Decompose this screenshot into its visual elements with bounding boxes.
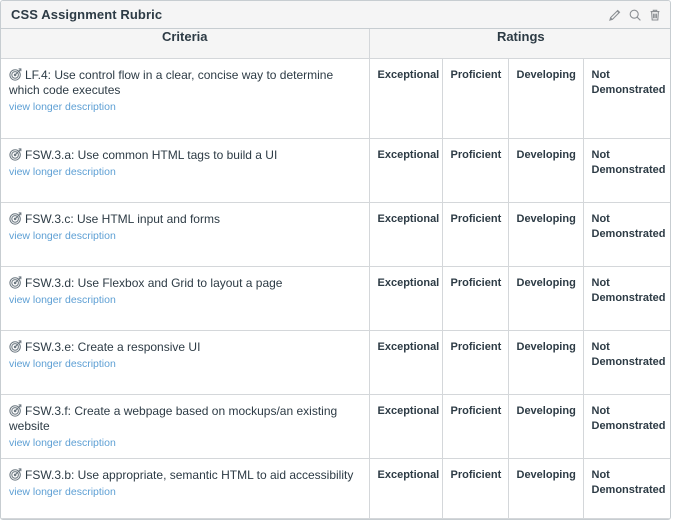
view-longer-description-link[interactable]: view longer description [9,294,116,307]
criterion-line: FSW.3.e: Create a responsive UI [9,340,359,355]
criteria-cell: FSW.3.d: Use Flexbox and Grid to layout … [1,266,370,331]
rating-cell[interactable]: Not Demonstrated [583,138,670,203]
rating-cell[interactable]: Developing [508,202,584,267]
criteria-cell: LF.4: Use control flow in a clear, conci… [1,58,370,139]
column-header-ratings: Ratings [369,29,670,59]
target-icon [9,67,22,81]
view-longer-description-link[interactable]: view longer description [9,166,116,179]
trash-icon[interactable] [647,7,662,23]
rating-cell[interactable]: Proficient [442,138,509,203]
view-longer-description-link[interactable]: view longer description [9,358,116,371]
rubric-table: Criteria Ratings LF.4: Use control flow … [1,29,670,519]
target-icon [9,211,22,225]
target-icon [9,147,22,161]
rating-cell[interactable]: Not Demonstrated [583,458,670,519]
rating-cell[interactable]: Proficient [442,458,509,519]
criterion-description: FSW.3.c: Use HTML input and forms [25,211,220,226]
criterion-line: FSW.3.c: Use HTML input and forms [9,212,359,227]
rating-cell[interactable]: Exceptional [369,202,443,267]
criterion-description: FSW.3.f: Create a webpage based on mocku… [9,403,338,433]
criteria-cell: FSW.3.c: Use HTML input and forms view lo… [1,202,370,267]
rating-cell[interactable]: Exceptional [369,330,443,395]
rating-cell[interactable]: Developing [508,330,584,395]
table-row: FSW.3.b: Use appropriate, semantic HTML … [1,458,670,519]
criteria-cell: FSW.3.b: Use appropriate, semantic HTML … [1,458,370,519]
criterion-line: FSW.3.a: Use common HTML tags to build a… [9,148,359,163]
criterion-line: LF.4: Use control flow in a clear, conci… [9,68,359,98]
table-row: FSW.3.f: Create a webpage based on mocku… [1,394,670,459]
rating-cell[interactable]: Not Demonstrated [583,266,670,331]
rating-cell[interactable]: Not Demonstrated [583,202,670,267]
criteria-cell: FSW.3.a: Use common HTML tags to build a… [1,138,370,203]
search-icon[interactable] [627,7,642,23]
criteria-cell: FSW.3.e: Create a responsive UI view long… [1,330,370,395]
pencil-icon[interactable] [607,7,622,23]
target-icon [9,467,22,481]
rating-cell[interactable]: Exceptional [369,58,443,139]
rating-cell[interactable]: Developing [508,458,584,519]
criterion-description: FSW.3.d: Use Flexbox and Grid to layout … [25,275,283,290]
view-longer-description-link[interactable]: view longer description [9,230,116,243]
view-longer-description-link[interactable]: view longer description [9,486,116,499]
table-row: FSW.3.e: Create a responsive UI view long… [1,330,670,395]
rating-cell[interactable]: Proficient [442,202,509,267]
criterion-description: LF.4: Use control flow in a clear, conci… [9,67,334,97]
rubric-titlebar: CSS Assignment Rubric [1,1,670,29]
table-row: FSW.3.d: Use Flexbox and Grid to layout … [1,266,670,331]
criterion-description: FSW.3.b: Use appropriate, semantic HTML … [25,467,354,482]
criterion-line: FSW.3.b: Use appropriate, semantic HTML … [9,468,359,483]
table-row: FSW.3.a: Use common HTML tags to build a… [1,138,670,203]
rating-cell[interactable]: Proficient [442,58,509,139]
rating-cell[interactable]: Developing [508,394,584,459]
target-icon [9,339,22,353]
target-icon [9,275,22,289]
criterion-description: FSW.3.a: Use common HTML tags to build a… [25,147,278,162]
rating-cell[interactable]: Developing [508,58,584,139]
rubric-title: CSS Assignment Rubric [11,7,163,22]
view-longer-description-link[interactable]: view longer description [9,437,116,450]
rating-cell[interactable]: Developing [508,266,584,331]
table-header-row: Criteria Ratings [1,29,670,59]
rating-cell[interactable]: Exceptional [369,458,443,519]
rating-cell[interactable]: Developing [508,138,584,203]
rating-cell[interactable]: Not Demonstrated [583,58,670,139]
rubric-table-head: Criteria Ratings [1,29,670,59]
rubric-table-body: LF.4: Use control flow in a clear, conci… [1,58,670,519]
criteria-cell: FSW.3.f: Create a webpage based on mocku… [1,394,370,459]
target-icon [9,403,22,417]
criterion-line: FSW.3.f: Create a webpage based on mocku… [9,404,359,434]
rating-cell[interactable]: Exceptional [369,266,443,331]
view-longer-description-link[interactable]: view longer description [9,101,116,114]
criterion-description: FSW.3.e: Create a responsive UI [25,339,201,354]
criterion-line: FSW.3.d: Use Flexbox and Grid to layout … [9,276,359,291]
table-row: FSW.3.c: Use HTML input and forms view lo… [1,202,670,267]
table-row: LF.4: Use control flow in a clear, conci… [1,58,670,139]
rating-cell[interactable]: Not Demonstrated [583,330,670,395]
rating-cell[interactable]: Proficient [442,266,509,331]
rating-cell[interactable]: Proficient [442,394,509,459]
rating-cell[interactable]: Proficient [442,330,509,395]
column-header-criteria: Criteria [1,29,370,59]
rubric-container: CSS Assignment Rubric Criteria Ratings L… [0,0,671,520]
rating-cell[interactable]: Exceptional [369,138,443,203]
rating-cell[interactable]: Exceptional [369,394,443,459]
rubric-actions [607,7,662,23]
rating-cell[interactable]: Not Demonstrated [583,394,670,459]
